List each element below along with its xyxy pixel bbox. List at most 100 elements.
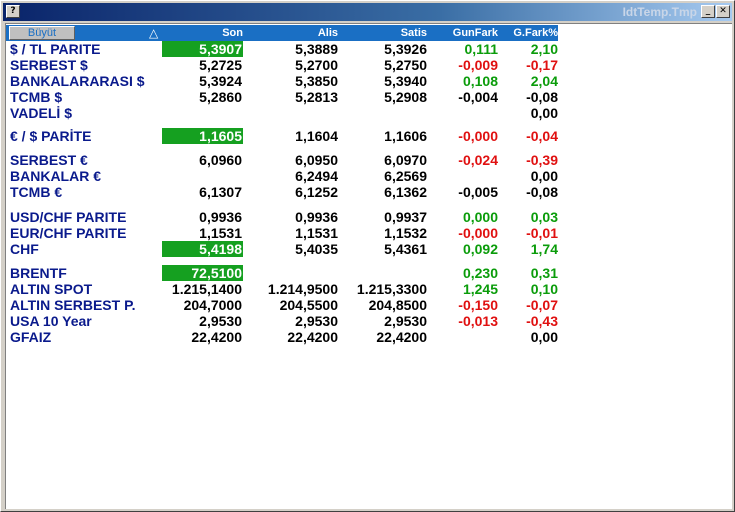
alis-value: 6,1252 [295, 184, 338, 200]
quote-grid: Büyüt △ Son Alis Satis GunFark G.Fark% $… [5, 23, 732, 509]
satis-value: 2,9530 [384, 313, 427, 329]
gfark-percent-value: 0,00 [530, 329, 558, 345]
instrument-name: CHF [10, 241, 39, 257]
satis-value: 5,2750 [384, 57, 427, 73]
alis-value: 5,2700 [295, 57, 338, 73]
alis-value: 6,2494 [295, 168, 338, 184]
son-value: 5,3924 [199, 73, 242, 89]
gunfark-value: 0,000 [462, 209, 498, 225]
gunfark-value: 0,108 [462, 73, 498, 89]
table-row[interactable]: BANKALAR € 6,2494 6,2569 0,00 [6, 168, 566, 184]
title-bar[interactable]: ? IdtTemp.Tmp _ ✕ [3, 3, 732, 21]
gfark-percent-value: 0,00 [530, 168, 558, 184]
minimize-button[interactable]: _ [701, 5, 715, 18]
gfark-percent-value: -0,17 [526, 57, 558, 73]
satis-value: 0,9937 [384, 209, 427, 225]
table-row[interactable]: ALTIN SPOT 1.215,1400 1.214,9500 1.215,3300… [6, 281, 566, 297]
instrument-name: BRENTF [10, 265, 67, 281]
gfark-percent-value: -0,39 [526, 152, 558, 168]
alis-value: 5,3850 [295, 73, 338, 89]
alis-value: 1,1531 [295, 225, 338, 241]
son-value: 6,0960 [199, 152, 242, 168]
gfark-percent-value: -0,08 [526, 89, 558, 105]
gfark-percent-value: -0,04 [526, 128, 558, 144]
table-row[interactable]: TCMB $ 5,2860 5,2813 5,2908 -0,004 -0,08 [6, 89, 566, 105]
instrument-name: GFAIZ [10, 329, 52, 345]
col-header-gunfark[interactable]: GunFark [430, 25, 498, 41]
table-row[interactable]: EUR/CHF PARITE 1,1531 1,1531 1,1532 -0,000 -0… [6, 225, 566, 241]
instrument-name: € / $ PARİTE [10, 128, 92, 144]
gunfark-value: -0,004 [458, 89, 498, 105]
gunfark-value: -0,013 [458, 313, 498, 329]
gunfark-value: -0,009 [458, 57, 498, 73]
gunfark-value: -0,005 [458, 184, 498, 200]
gunfark-value: -0,000 [458, 225, 498, 241]
buyut-button[interactable]: Büyüt [9, 26, 75, 40]
son-value: 5,4198 [162, 241, 243, 257]
gfark-percent-value: -0,08 [526, 184, 558, 200]
table-row[interactable]: € / $ PARİTE 1,1605 1,1604 1,1606 -0,000 -0,0… [6, 128, 566, 144]
table-row[interactable]: GFAIZ 22,4200 22,4200 22,4200 0,00 [6, 329, 566, 345]
alis-value: 6,0950 [295, 152, 338, 168]
satis-value: 5,4361 [384, 241, 427, 257]
gunfark-value: -0,000 [458, 128, 498, 144]
col-header-son[interactable]: Son [162, 25, 243, 41]
son-value: 5,3907 [162, 41, 243, 57]
alis-value: 22,4200 [287, 329, 338, 345]
table-row[interactable]: USD/CHF PARITE 0,9936 0,9936 0,9937 0,000 0,0… [6, 209, 566, 225]
table-row[interactable]: BRENTF 72,5100 0,230 0,31 [6, 265, 566, 281]
col-header-satis[interactable]: Satis [341, 25, 427, 41]
alis-value: 0,9936 [295, 209, 338, 225]
gfark-percent-value: 2,04 [530, 73, 558, 89]
table-row[interactable]: TCMB € 6,1307 6,1252 6,1362 -0,005 -0,08 [6, 184, 566, 200]
table-row[interactable]: CHF 5,4198 5,4035 5,4361 0,092 1,74 [6, 241, 566, 257]
alis-value: 5,3889 [295, 41, 338, 57]
instrument-name: TCMB € [10, 184, 63, 200]
satis-value: 1.215,3300 [356, 281, 427, 297]
table-row[interactable]: $ / TL PARITE 5,3907 5,3889 5,3926 0,111 2,10 [6, 41, 566, 57]
son-value: 2,9530 [199, 313, 242, 329]
table-row[interactable]: VADELİ $ 0,00 [6, 105, 566, 121]
satis-value: 1,1606 [384, 128, 427, 144]
satis-value: 5,2908 [384, 89, 427, 105]
satis-value: 22,4200 [376, 329, 427, 345]
gfark-percent-value: 1,74 [530, 241, 558, 257]
gunfark-value: -0,150 [458, 297, 498, 313]
alis-value: 204,5500 [279, 297, 338, 313]
gfark-percent-value: -0,01 [526, 225, 558, 241]
table-row[interactable]: USA 10 Year 2,9530 2,9530 2,9530 -0,013 -0,43 [6, 313, 566, 329]
close-button[interactable]: ✕ [716, 5, 730, 18]
table-row[interactable]: SERBEST $ 5,2725 5,2700 5,2750 -0,009 -0,17 [6, 57, 566, 73]
instrument-name: BANKALAR € [10, 168, 101, 184]
grid-header: Büyüt △ Son Alis Satis GunFark G.Fark% [6, 25, 558, 41]
alis-value: 2,9530 [295, 313, 338, 329]
son-value: 1.215,1400 [171, 281, 242, 297]
sort-icon[interactable]: △ [149, 26, 158, 40]
gunfark-value: 0,230 [462, 265, 498, 281]
instrument-name: ALTIN SERBEST P. [10, 297, 136, 313]
table-row[interactable]: BANKALARARASI $ 5,3924 5,3850 5,3940 0,108 2,… [6, 73, 566, 89]
gunfark-value: 0,092 [462, 241, 498, 257]
son-value: 6,1307 [199, 184, 242, 200]
table-row[interactable]: ALTIN SERBEST P. 204,7000 204,5500 204,8500… [6, 297, 566, 313]
alis-value: 5,4035 [295, 241, 338, 257]
col-header-gfark[interactable]: G.Fark% [501, 25, 558, 41]
satis-value: 6,1362 [384, 184, 427, 200]
alis-value: 5,2813 [295, 89, 338, 105]
son-value: 5,2860 [199, 89, 242, 105]
gfark-percent-value: -0,07 [526, 297, 558, 313]
col-header-alis[interactable]: Alis [246, 25, 338, 41]
son-value: 1,1531 [199, 225, 242, 241]
gunfark-value: 0,111 [464, 41, 499, 57]
help-button[interactable]: ? [6, 5, 20, 18]
window-title: IdtTemp.Tmp [622, 5, 697, 19]
table-row[interactable]: SERBEST € 6,0960 6,0950 6,0970 -0,024 -0,39 [6, 152, 566, 168]
instrument-name: SERBEST € [10, 152, 88, 168]
son-value: 0,9936 [199, 209, 242, 225]
son-value: 204,7000 [183, 297, 242, 313]
son-value: 1,1605 [162, 128, 243, 144]
instrument-name: EUR/CHF PARITE [10, 225, 127, 241]
gunfark-value: 1,245 [462, 281, 498, 297]
gfark-percent-value: 0,31 [530, 265, 558, 281]
instrument-name: TCMB $ [10, 89, 63, 105]
